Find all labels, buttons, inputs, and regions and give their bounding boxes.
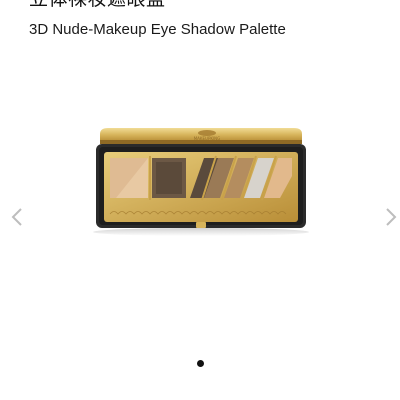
product-title-chinese: 立体裸妆遮眼盘 bbox=[29, 0, 166, 10]
carousel-next-button[interactable] bbox=[382, 206, 400, 228]
carousel-pagination bbox=[0, 360, 400, 370]
carousel-dot-active[interactable] bbox=[196, 360, 204, 367]
chevron-right-icon bbox=[386, 208, 397, 226]
product-detail-page: 立体裸妆遮眼盘 3D Nude-Makeup Eye Shadow Palett… bbox=[0, 0, 400, 400]
carousel-prev-button[interactable] bbox=[8, 206, 26, 228]
product-title-english: 3D Nude-Makeup Eye Shadow Palette bbox=[29, 21, 286, 38]
palette-illustration: MAKEUPKING bbox=[93, 128, 309, 236]
eyeshadow-palette-image: MAKEUPKING bbox=[86, 126, 316, 238]
product-image-carousel[interactable]: MAKEUPKING bbox=[0, 60, 400, 340]
chevron-left-icon bbox=[11, 208, 22, 226]
lid-brand-text: MAKEUPKING bbox=[194, 136, 221, 141]
